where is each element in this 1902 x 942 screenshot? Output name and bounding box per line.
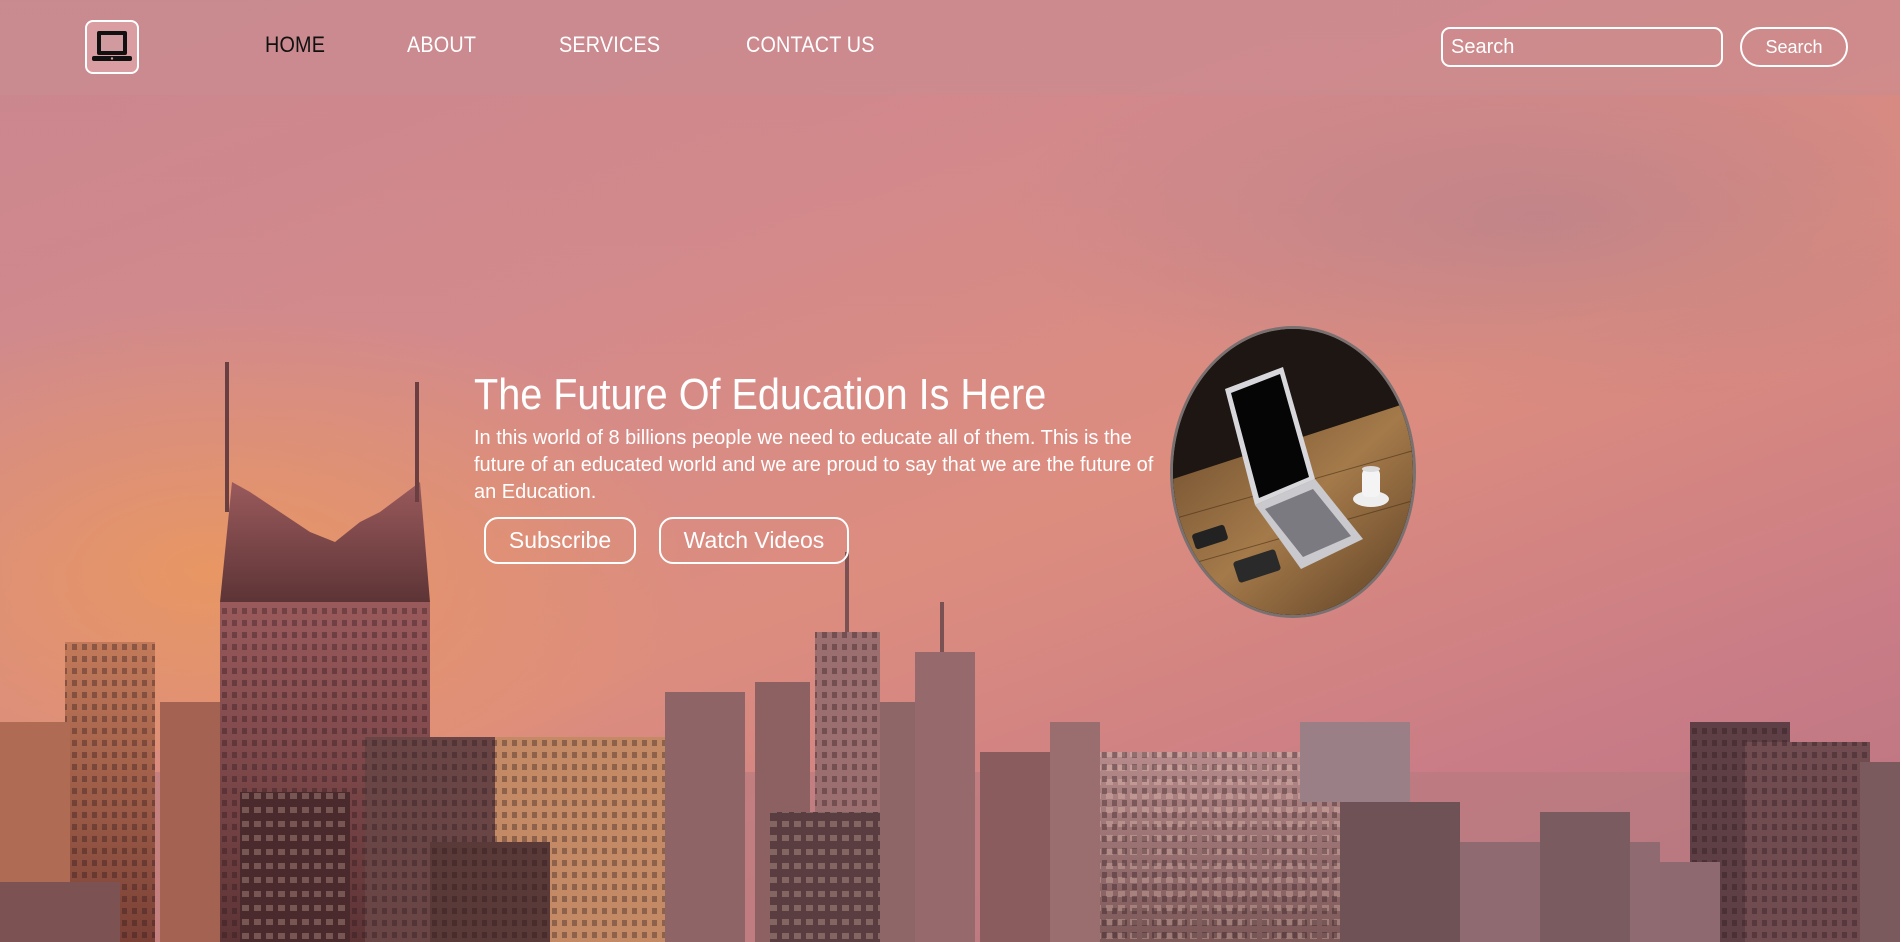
logo[interactable]: [85, 20, 139, 74]
top-navbar: HOME ABOUT SERVICES CONTACT US Search: [0, 0, 1900, 95]
main-nav: HOME ABOUT SERVICES CONTACT US: [265, 32, 964, 58]
laptop-photo-illustration: [1173, 329, 1413, 615]
nav-link-contact-us[interactable]: CONTACT US: [746, 32, 875, 58]
hero-description: In this world of 8 billions people we ne…: [474, 427, 1154, 503]
search-button[interactable]: Search: [1740, 27, 1848, 67]
search-input[interactable]: [1441, 27, 1723, 67]
hero-background: HOME ABOUT SERVICES CONTACT US Search Th…: [0, 0, 1900, 942]
nav-link-home[interactable]: HOME: [265, 32, 325, 58]
nav-link-about[interactable]: ABOUT: [407, 32, 476, 58]
hero-title: The Future Of Education Is Here: [474, 370, 1047, 419]
nav-link-services[interactable]: SERVICES: [559, 32, 660, 58]
laptop-on-desk-photo: [1170, 326, 1416, 618]
subscribe-button[interactable]: Subscribe: [484, 517, 636, 564]
watch-videos-button[interactable]: Watch Videos: [659, 517, 849, 564]
laptop-icon: [92, 31, 132, 61]
